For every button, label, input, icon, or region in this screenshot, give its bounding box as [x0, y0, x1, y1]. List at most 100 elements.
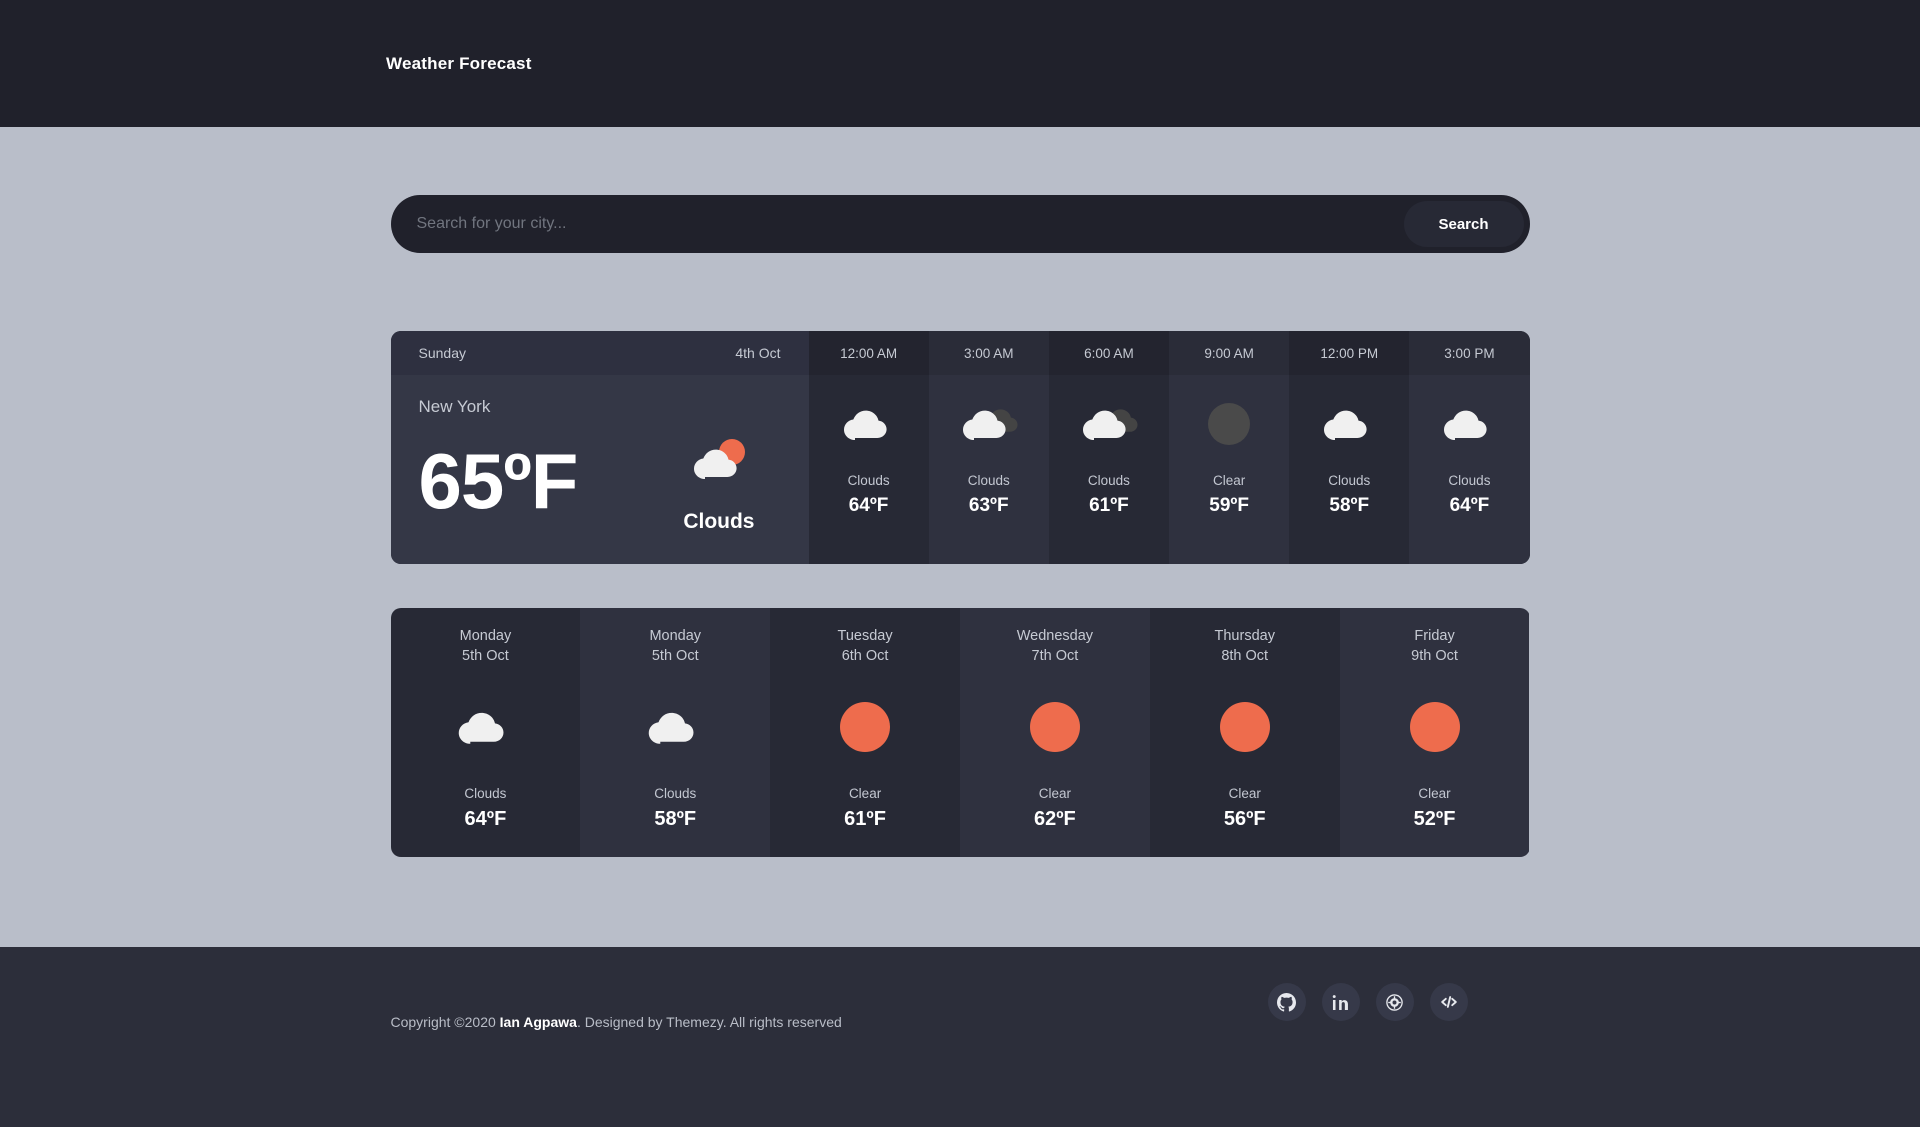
- site-brand: Weather Forecast: [386, 53, 532, 73]
- sun-icon: [1409, 692, 1461, 762]
- content-container: Search Sunday 4th Oct New York 65ºF: [390, 195, 1530, 857]
- hourly-body: Clear 59ºF: [1169, 375, 1289, 564]
- current-readout: 65ºF Clouds: [419, 427, 781, 534]
- hourly-temperature: 61ºF: [1089, 495, 1129, 516]
- cloud-icon: [1440, 397, 1498, 451]
- current-day-label: Sunday: [418, 345, 466, 361]
- daily-cell[interactable]: Tuesday 6th Oct Clear 61ºF: [770, 608, 960, 857]
- hourly-body: Clouds 64ºF: [1409, 375, 1529, 564]
- daily-day-label: Tuesday: [837, 628, 893, 644]
- daily-forecast-panel: Monday 5th Oct Clouds 64ºF Monday 5th Oc…: [390, 608, 1530, 857]
- hourly-cell[interactable]: 6:00 AM Clouds 61ºF: [1048, 331, 1170, 564]
- hourly-body: Clouds 58ºF: [1289, 375, 1409, 564]
- daily-cell[interactable]: Monday 5th Oct Clouds 64ºF: [390, 608, 581, 857]
- daily-date-label: 8th Oct: [1221, 648, 1269, 664]
- hourly-time: 12:00 AM: [808, 331, 929, 375]
- daily-date-label: 5th Oct: [462, 648, 509, 664]
- daily-temperature: 56ºF: [1223, 808, 1266, 830]
- hourly-time: 6:00 AM: [1048, 331, 1170, 375]
- hourly-cell[interactable]: 3:00 AM Clouds 63ºF: [928, 331, 1049, 564]
- daily-condition: Clear: [848, 786, 882, 801]
- hourly-time: 12:00 PM: [1289, 331, 1410, 375]
- hourly-forecast-list: 12:00 AM Clouds 64ºF 3:00 AM Clouds 63ºF…: [808, 331, 1530, 564]
- sun-icon: [1029, 692, 1081, 762]
- hourly-temperature: 64ºF: [1449, 495, 1490, 516]
- moon-dark-icon: [1200, 397, 1258, 451]
- daily-cell[interactable]: Friday 9th Oct Clear 52ºF: [1339, 608, 1530, 857]
- daily-day-label: Monday: [459, 628, 512, 644]
- current-condition-block: Clouds: [683, 427, 780, 534]
- hourly-temperature: 58ºF: [1329, 495, 1370, 516]
- cloud-icon: [454, 692, 516, 762]
- daily-day-label: Wednesday: [1016, 628, 1094, 644]
- current-weather-card: Sunday 4th Oct New York 65ºF Clouds: [390, 331, 809, 564]
- search-bar: Search: [390, 195, 1530, 253]
- daily-condition: Clear: [1418, 786, 1451, 801]
- daily-temperature: 61ºF: [844, 808, 886, 830]
- footer-inner: Copyright ©2020 Ian Agpawa. Designed by …: [391, 947, 1530, 1127]
- hourly-condition: Clouds: [1087, 473, 1130, 488]
- cloud-sun-icon: [687, 435, 751, 488]
- site-footer: Copyright ©2020 Ian Agpawa. Designed by …: [0, 947, 1920, 1127]
- hourly-condition: Clear: [1212, 473, 1246, 488]
- hourly-cell[interactable]: 9:00 AM Clear 59ºF: [1169, 331, 1290, 564]
- hourly-cell[interactable]: 12:00 AM Clouds 64ºF: [808, 331, 929, 564]
- hourly-time: 3:00 PM: [1409, 331, 1530, 375]
- daily-cell[interactable]: Monday 5th Oct Clouds 58ºF: [580, 608, 771, 857]
- daily-condition: Clouds: [654, 786, 697, 801]
- hourly-time: 3:00 AM: [928, 331, 1049, 375]
- current-condition-label: Clouds: [683, 510, 755, 533]
- daily-date-label: 6th Oct: [841, 648, 889, 664]
- daily-condition: Clear: [1228, 786, 1261, 801]
- copyright-prefix: Copyright ©2020: [390, 1014, 500, 1030]
- badge-icon[interactable]: [1375, 983, 1414, 1021]
- current-weather-body: New York 65ºF Clouds: [391, 375, 809, 564]
- social-links: [1267, 983, 1468, 1021]
- hourly-cell[interactable]: 3:00 PM Clouds 64ºF: [1409, 331, 1530, 564]
- main-content: Search Sunday 4th Oct New York 65ºF: [0, 127, 1920, 947]
- sun-icon: [1219, 692, 1271, 762]
- cloud-night-icon: [960, 397, 1018, 451]
- hourly-condition: Clouds: [1328, 473, 1371, 488]
- copyright-suffix: . Designed by Themezy. All rights reserv…: [576, 1014, 842, 1030]
- daily-cell[interactable]: Thursday 8th Oct Clear 56ºF: [1149, 608, 1340, 857]
- today-forecast-panel: Sunday 4th Oct New York 65ºF Clouds 12:0…: [390, 331, 1530, 564]
- daily-condition: Clouds: [464, 786, 507, 801]
- author-name: Ian Agpawa: [499, 1014, 577, 1030]
- cloud-icon: [644, 692, 706, 762]
- hourly-condition: Clouds: [1448, 473, 1491, 488]
- hourly-temperature: 63ºF: [968, 495, 1009, 516]
- hourly-body: Clouds 61ºF: [1049, 375, 1169, 564]
- current-weather-header: Sunday 4th Oct: [390, 331, 809, 375]
- daily-temperature: 52ºF: [1413, 808, 1456, 830]
- daily-day-label: Monday: [649, 628, 702, 644]
- hourly-cell[interactable]: 12:00 PM Clouds 58ºF: [1289, 331, 1410, 564]
- hourly-temperature: 59ºF: [1209, 495, 1249, 516]
- daily-day-label: Friday: [1414, 628, 1455, 644]
- daily-temperature: 64ºF: [464, 808, 507, 830]
- daily-temperature: 62ºF: [1034, 808, 1076, 830]
- hourly-condition: Clouds: [967, 473, 1010, 488]
- hourly-body: Clouds 64ºF: [809, 375, 929, 564]
- linkedin-icon[interactable]: [1321, 983, 1360, 1021]
- code-icon[interactable]: [1429, 983, 1468, 1021]
- current-temperature: 65ºF: [418, 436, 579, 525]
- city-name: New York: [418, 397, 491, 416]
- cloud-icon: [1320, 397, 1378, 451]
- daily-temperature: 58ºF: [654, 808, 697, 830]
- hourly-condition: Clouds: [847, 473, 890, 488]
- daily-cell[interactable]: Wednesday 7th Oct Clear 62ºF: [959, 608, 1150, 857]
- hourly-time: 9:00 AM: [1169, 331, 1290, 375]
- search-input[interactable]: [390, 195, 1404, 253]
- hourly-temperature: 64ºF: [848, 495, 889, 516]
- hourly-body: Clouds 63ºF: [929, 375, 1049, 564]
- cloud-night-icon: [1080, 397, 1138, 451]
- search-button[interactable]: Search: [1403, 201, 1524, 247]
- current-date-label: 4th Oct: [735, 345, 781, 361]
- daily-date-label: 9th Oct: [1411, 648, 1458, 664]
- daily-condition: Clear: [1038, 786, 1072, 801]
- daily-day-label: Thursday: [1214, 628, 1275, 644]
- github-icon[interactable]: [1267, 983, 1306, 1021]
- daily-date-label: 7th Oct: [1031, 648, 1079, 664]
- cloud-icon: [840, 397, 898, 451]
